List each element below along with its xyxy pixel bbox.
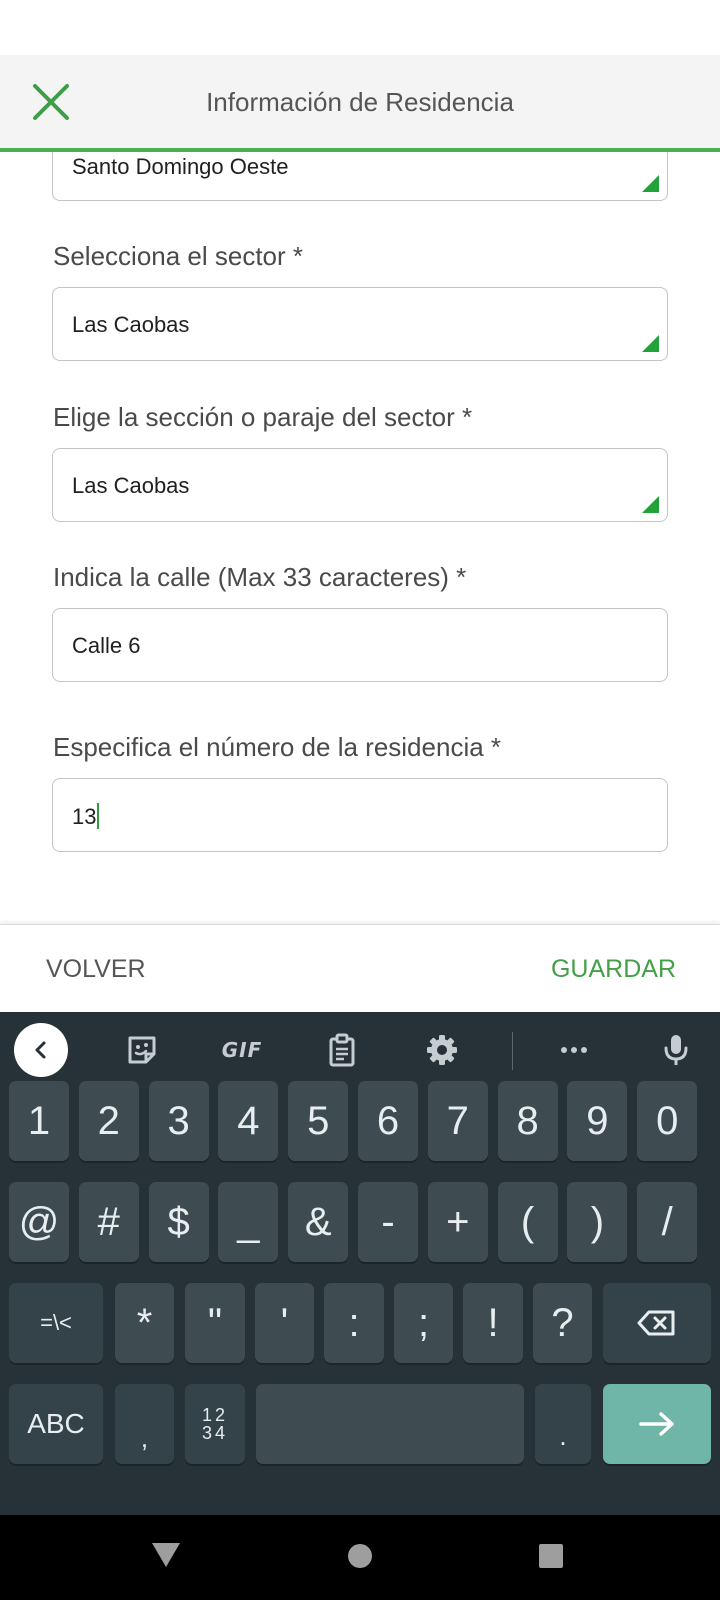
keyboard-back-button[interactable]	[14, 1023, 68, 1077]
key-5-row2[interactable]: -	[358, 1182, 418, 1262]
key-7-row3[interactable]: ?	[533, 1283, 592, 1363]
sector-label: Selecciona el sector *	[53, 241, 304, 271]
number-label: Especifica el número de la residencia *	[53, 732, 502, 762]
clipboard-button[interactable]	[318, 1026, 366, 1074]
key-backspace[interactable]	[603, 1283, 711, 1363]
dropdown-arrow-icon	[642, 175, 659, 192]
dropdown-arrow-icon	[642, 496, 659, 513]
text-cursor	[97, 803, 100, 829]
key-2-row2[interactable]: $	[148, 1182, 209, 1262]
mic-icon	[664, 1035, 688, 1065]
sector-select[interactable]: Las Caobas	[52, 287, 668, 361]
key-1-row2[interactable]: #	[78, 1182, 139, 1262]
key-comma[interactable]: ,	[115, 1384, 174, 1464]
nav-back-button[interactable]	[150, 1541, 182, 1574]
voice-input-button[interactable]	[652, 1026, 700, 1074]
dropdown-arrow-icon	[642, 335, 659, 352]
key-2-row3[interactable]: "	[185, 1283, 245, 1363]
street-label: Indica la calle (Max 33 caracteres) *	[53, 562, 467, 592]
key-3-row2[interactable]: _	[218, 1182, 279, 1262]
key-6-row1[interactable]: 7	[427, 1081, 488, 1161]
key-9-row1[interactable]: 0	[637, 1081, 698, 1161]
home-circle-icon	[348, 1544, 372, 1568]
settings-button[interactable]	[418, 1026, 466, 1074]
key-6-row2[interactable]: +	[427, 1182, 488, 1262]
toolbar-divider	[512, 1032, 513, 1070]
more-icon	[561, 1047, 587, 1053]
action-bar: VOLVER GUARDAR	[0, 924, 720, 1013]
backspace-icon	[637, 1310, 675, 1336]
municipality-select[interactable]: Santo Domingo Oeste	[52, 152, 668, 201]
arrow-right-icon	[639, 1412, 674, 1436]
key-8-row1[interactable]: 9	[567, 1081, 628, 1161]
key-0-row1[interactable]: 1	[9, 1081, 69, 1161]
key-4-row3[interactable]: :	[324, 1283, 384, 1363]
key-8-row2[interactable]: )	[567, 1182, 628, 1262]
sticker-button[interactable]	[118, 1026, 166, 1074]
key-5-row3[interactable]: ;	[394, 1283, 453, 1363]
key-enter[interactable]	[603, 1384, 711, 1464]
key-1-row1[interactable]: 2	[78, 1081, 139, 1161]
key-5-row1[interactable]: 6	[358, 1081, 418, 1161]
app-bar: Información de Residencia	[0, 55, 720, 152]
key-9-row2[interactable]: /	[637, 1182, 698, 1262]
number-value: 13	[72, 804, 97, 829]
sticker-icon	[128, 1036, 156, 1064]
back-button[interactable]: VOLVER	[46, 955, 146, 984]
gear-icon	[427, 1035, 457, 1065]
numpad-top-label: 12	[201, 1405, 229, 1425]
key-7-row2[interactable]: (	[497, 1182, 558, 1262]
section-value: Las Caobas	[72, 473, 190, 498]
municipality-value: Santo Domingo Oeste	[72, 154, 289, 179]
status-bar	[0, 0, 720, 55]
number-value-wrap: 13	[72, 803, 100, 830]
key-6-row3[interactable]: !	[463, 1283, 523, 1363]
section-select[interactable]: Las Caobas	[52, 448, 668, 522]
key-3-row1[interactable]: 4	[218, 1081, 279, 1161]
key-4-row2[interactable]: &	[288, 1182, 349, 1262]
nav-recents-button[interactable]	[538, 1543, 564, 1574]
street-value: Calle 6	[72, 633, 141, 658]
clipboard-icon	[329, 1033, 355, 1067]
key-abc[interactable]: ABC	[9, 1384, 103, 1464]
keyboard: GIF ABC , 12 34 . 1 2 3 4 5 6 7 8 9 0 @ …	[0, 1012, 720, 1515]
key-3-row3[interactable]: '	[255, 1283, 314, 1363]
street-input[interactable]: Calle 6	[52, 608, 668, 682]
key-7-row1[interactable]: 8	[497, 1081, 558, 1161]
recents-square-icon	[539, 1544, 563, 1568]
form-scroll-area[interactable]: Santo Domingo Oeste Selecciona el sector…	[0, 152, 720, 924]
save-button[interactable]: GUARDAR	[551, 955, 676, 984]
gif-button[interactable]: GIF	[218, 1026, 266, 1074]
key-1-row3[interactable]: *	[115, 1283, 174, 1363]
key-4-row1[interactable]: 5	[288, 1081, 349, 1161]
more-button[interactable]	[550, 1026, 598, 1074]
gif-icon: GIF	[221, 1038, 263, 1062]
back-triangle-icon	[152, 1543, 180, 1567]
keyboard-toolbar: GIF	[0, 1012, 720, 1088]
key-space[interactable]	[256, 1384, 524, 1464]
numpad-bottom-label: 34	[201, 1423, 229, 1443]
key-0-row2[interactable]: @	[9, 1182, 69, 1262]
nav-home-button[interactable]	[346, 1542, 374, 1575]
number-input[interactable]: 13	[52, 778, 668, 852]
sector-value: Las Caobas	[72, 312, 190, 337]
chevron-left-icon	[35, 1041, 46, 1059]
system-nav-bar	[0, 1515, 720, 1600]
key-numpad[interactable]: 12 34	[185, 1384, 245, 1464]
key-2-row1[interactable]: 3	[148, 1081, 209, 1161]
key-period[interactable]: .	[535, 1384, 591, 1464]
key-0-row3[interactable]: =\<	[9, 1283, 103, 1363]
page-title: Información de Residencia	[206, 87, 514, 117]
section-label: Elige la sección o paraje del sector *	[53, 402, 473, 432]
